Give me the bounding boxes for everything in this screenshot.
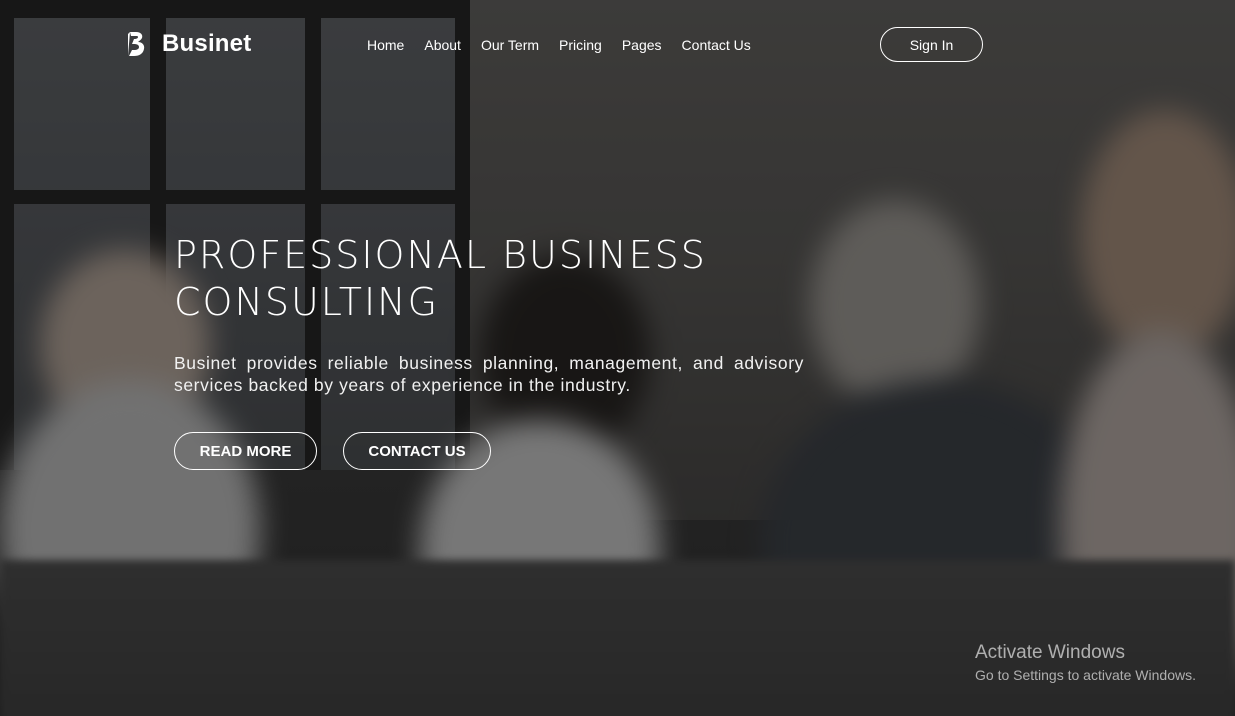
watermark-subtitle: Go to Settings to activate Windows. [975, 667, 1196, 683]
brand[interactable]: Businet [126, 30, 251, 58]
nav-item-pages[interactable]: Pages [622, 36, 662, 54]
contact-us-button[interactable]: CONTACT US [343, 432, 491, 470]
read-more-button[interactable]: READ MORE [174, 432, 317, 470]
hero-title: PROFESSIONAL BUSINESS CONSULTING [174, 232, 794, 326]
nav-item-pricing[interactable]: Pricing [559, 36, 602, 54]
hero-description: Businet provides reliable business plann… [174, 353, 804, 395]
nav-item-our-term[interactable]: Our Term [481, 36, 539, 54]
nav-item-home[interactable]: Home [367, 36, 404, 54]
b-letter-logo-icon [126, 30, 148, 58]
nav-item-about[interactable]: About [424, 36, 461, 54]
activate-windows-watermark: Activate Windows Go to Settings to activ… [975, 642, 1196, 685]
site-header: Businet Home About Our Term Pricing Page… [0, 0, 1235, 90]
watermark-title: Activate Windows [975, 642, 1125, 663]
hero-title-line-2: CONSULTING [174, 280, 440, 324]
nav-item-contact-us[interactable]: Contact Us [682, 36, 751, 54]
sign-in-button[interactable]: Sign In [880, 27, 983, 62]
hero-title-line-1: PROFESSIONAL BUSINESS [174, 233, 707, 277]
brand-name: Businet [162, 30, 252, 57]
main-nav: Home About Our Term Pricing Pages Contac… [367, 36, 751, 54]
